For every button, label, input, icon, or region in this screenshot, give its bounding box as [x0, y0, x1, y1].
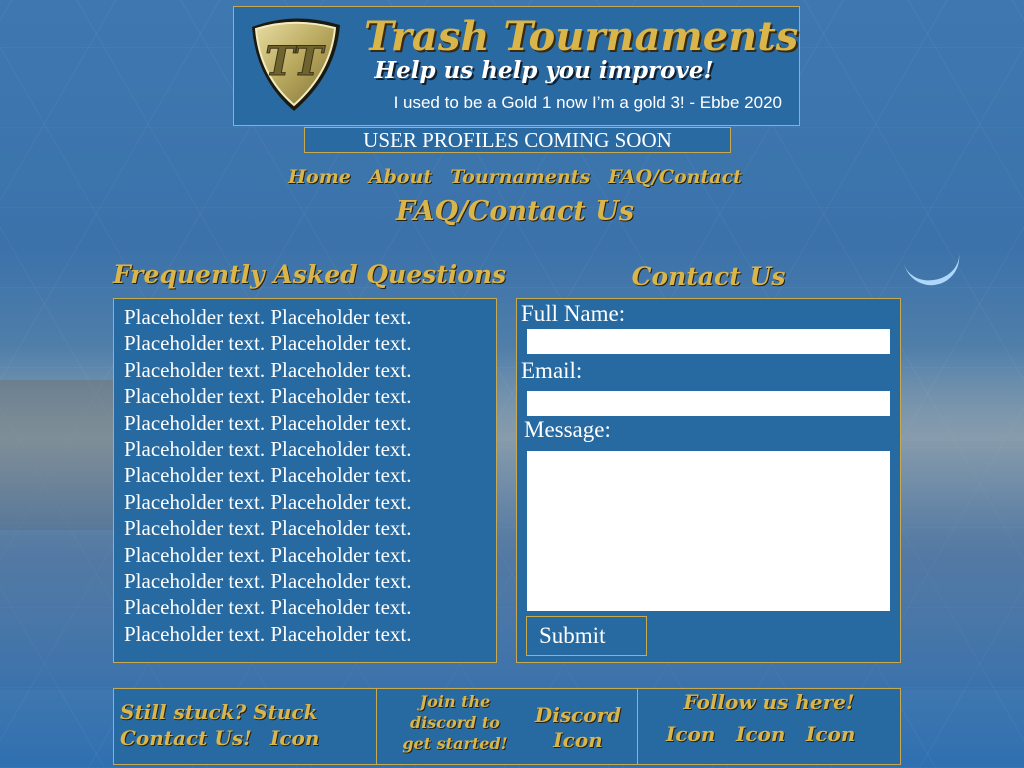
faq-text-line: Placeholder text. Placeholder text.	[124, 595, 412, 620]
footer-contact-cell: Still stuck? Stuck Contact Us! Icon	[114, 689, 376, 764]
contact-form: Full Name: Email: Message: Submit	[516, 298, 901, 663]
background-stands	[0, 380, 130, 530]
full-name-input[interactable]	[527, 329, 890, 354]
nav-link-faq-contact[interactable]: FAQ/Contact	[608, 166, 742, 194]
faq-text-line: Placeholder text. Placeholder text.	[124, 305, 412, 329]
footer-join-line1: Join the	[419, 692, 491, 711]
nav-link-home[interactable]: Home	[288, 166, 351, 194]
faq-text-line: Placeholder text. Placeholder text.	[124, 384, 412, 409]
site-title: Trash Tournaments	[364, 13, 799, 60]
discord-icon[interactable]: Icon	[523, 729, 633, 752]
faq-text-line: Placeholder text. Placeholder text.	[124, 621, 412, 646]
footer-contact-link[interactable]: Contact Us!	[120, 727, 252, 750]
faq-text-line: Placeholder text. Placeholder text.	[124, 331, 412, 356]
faq-text-line: Placeholder text. Placeholder text.	[124, 516, 412, 541]
footer-stuck-text: Still stuck? Stuck	[120, 700, 318, 724]
discord-link[interactable]: Discord	[523, 704, 633, 727]
social-icon-3[interactable]: Icon	[806, 723, 855, 746]
faq-text-line: Placeholder text. Placeholder text.	[124, 489, 412, 514]
follow-us-text: Follow us here!	[683, 690, 855, 714]
faq-text-line: Placeholder text. Placeholder text.	[124, 437, 412, 462]
social-icon-1[interactable]: Icon	[666, 723, 715, 746]
faq-panel: Placeholder text. Placeholder text. Plac…	[113, 298, 497, 663]
moon-decoration	[901, 240, 965, 291]
footer-discord-cell: Join the discord to get started! Discord…	[376, 689, 637, 764]
site-header: TT Trash Tournaments Help us help you im…	[233, 6, 800, 126]
email-label: Email:	[521, 358, 583, 383]
faq-heading: Frequently Asked Questions	[113, 260, 507, 289]
social-icon-2[interactable]: Icon	[736, 723, 785, 746]
nav-link-about[interactable]: About	[369, 166, 432, 194]
logo-text: TT	[265, 38, 326, 85]
email-input[interactable]	[527, 391, 890, 416]
faq-text-line: Placeholder text. Placeholder text.	[124, 410, 412, 435]
page-title: FAQ/Contact Us	[395, 196, 635, 227]
faq-text-line: Placeholder text. Placeholder text.	[124, 542, 412, 567]
faq-text-line: Placeholder text. Placeholder text.	[124, 463, 412, 488]
full-name-label: Full Name:	[521, 301, 626, 326]
faq-text-line: Placeholder text. Placeholder text.	[124, 569, 412, 594]
trash-tournaments-logo[interactable]: TT	[244, 13, 344, 113]
submit-button[interactable]: Submit	[526, 616, 647, 656]
footer-join-line2: discord to	[410, 713, 500, 732]
footer-social-cell: Follow us here! Icon Icon Icon	[637, 689, 900, 764]
footer-join-line3: get started!	[402, 734, 508, 753]
testimonial-quote: I used to be a Gold 1 now I’m a gold 3! …	[393, 93, 782, 112]
announcement-banner: USER PROFILES COMING SOON	[304, 127, 731, 153]
site-footer: Still stuck? Stuck Contact Us! Icon Join…	[113, 688, 901, 765]
site-tagline: Help us help you improve!	[374, 57, 714, 84]
faq-text-line: Placeholder text. Placeholder text.	[124, 357, 412, 382]
message-label: Message:	[524, 417, 611, 442]
contact-icon[interactable]: Icon	[270, 727, 319, 750]
nav-link-tournaments[interactable]: Tournaments	[450, 166, 590, 194]
contact-heading: Contact Us	[631, 262, 786, 291]
main-nav: Home About Tournaments FAQ/Contact	[288, 166, 742, 194]
message-textarea[interactable]	[527, 451, 890, 611]
